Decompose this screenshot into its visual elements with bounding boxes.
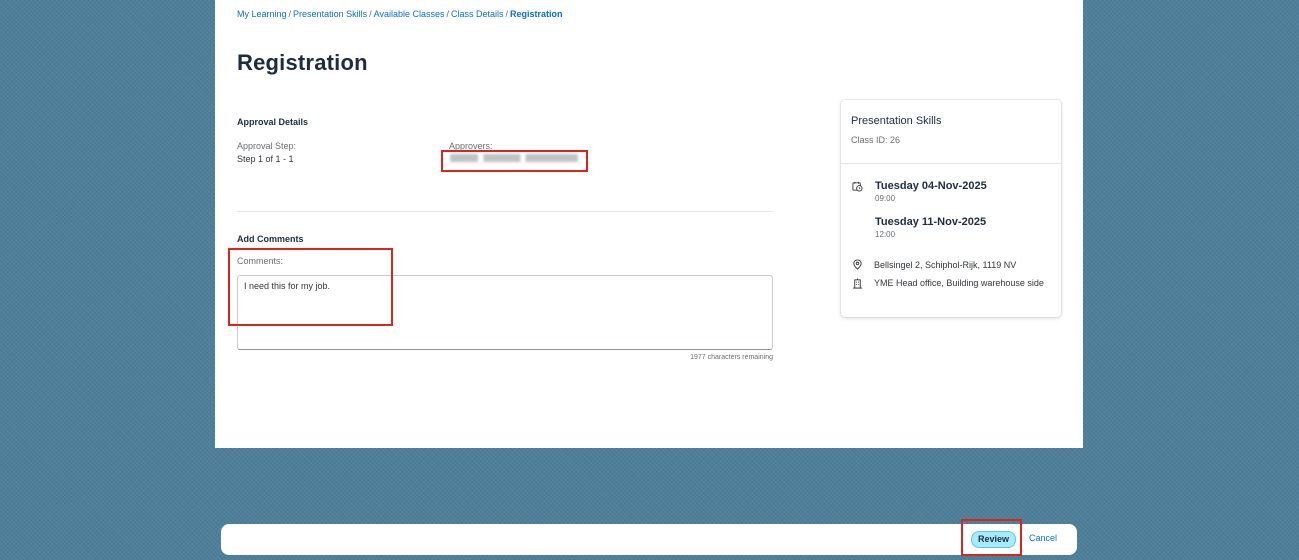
breadcrumb-my-learning[interactable]: My Learning: [237, 9, 287, 19]
approvers-label: Approvers:: [449, 141, 493, 151]
breadcrumb-class-details[interactable]: Class Details: [451, 9, 504, 19]
breadcrumb-separator: /: [288, 9, 292, 19]
building-icon: [852, 278, 863, 289]
registration-page: My Learning / Presentation Skills / Availabl…: [215, 0, 1083, 448]
page-title: Registration: [237, 50, 368, 75]
start-date: Tuesday 04-Nov-2025: [875, 180, 987, 192]
breadcrumb-separator: /: [369, 9, 372, 19]
approval-step-label: Approval Step:: [237, 141, 297, 151]
footer-toolbar: Review Cancel: [221, 519, 1077, 556]
approval-step-value: Step 1 of 1 - 1: [237, 154, 294, 164]
end-time: 12:00: [875, 230, 896, 239]
breadcrumb-current: Registration: [510, 9, 563, 19]
cancel-button[interactable]: Cancel: [1029, 533, 1057, 543]
comments-label: Comments:: [237, 256, 284, 266]
breadcrumb-separator: /: [505, 9, 509, 19]
breadcrumb-presentation-skills[interactable]: Presentation Skills: [293, 9, 367, 19]
breadcrumb: My Learning / Presentation Skills / Availabl…: [237, 9, 563, 19]
review-button[interactable]: Review: [971, 531, 1016, 548]
characters-remaining: 1977 characters remaining: [690, 354, 773, 361]
section-divider: [237, 211, 773, 212]
class-summary-card: Presentation Skills Class ID: 26 Tuesday…: [841, 100, 1061, 317]
location-pin-icon: [853, 259, 862, 270]
class-id: Class ID: 26: [851, 135, 901, 145]
end-date: Tuesday 11-Nov-2025: [875, 216, 987, 228]
class-facility: YME Head office, Building warehouse side: [874, 278, 1044, 288]
card-divider: [841, 163, 1061, 164]
start-time: 09:00: [875, 194, 896, 203]
add-comments-title: Add Comments: [237, 234, 304, 244]
approval-details-title: Approval Details: [237, 117, 309, 127]
approvers-value-redacted: [450, 154, 578, 162]
class-title: Presentation Skills: [851, 115, 942, 127]
breadcrumb-separator: /: [446, 9, 449, 19]
class-address: Bellsingel 2, Schiphol-Rijk, 1119 NV: [874, 260, 1017, 270]
breadcrumb-available-classes[interactable]: Available Classes: [374, 9, 445, 19]
comments-textarea[interactable]: I need this for my job.: [237, 275, 773, 350]
calendar-clock-icon: [852, 181, 863, 192]
